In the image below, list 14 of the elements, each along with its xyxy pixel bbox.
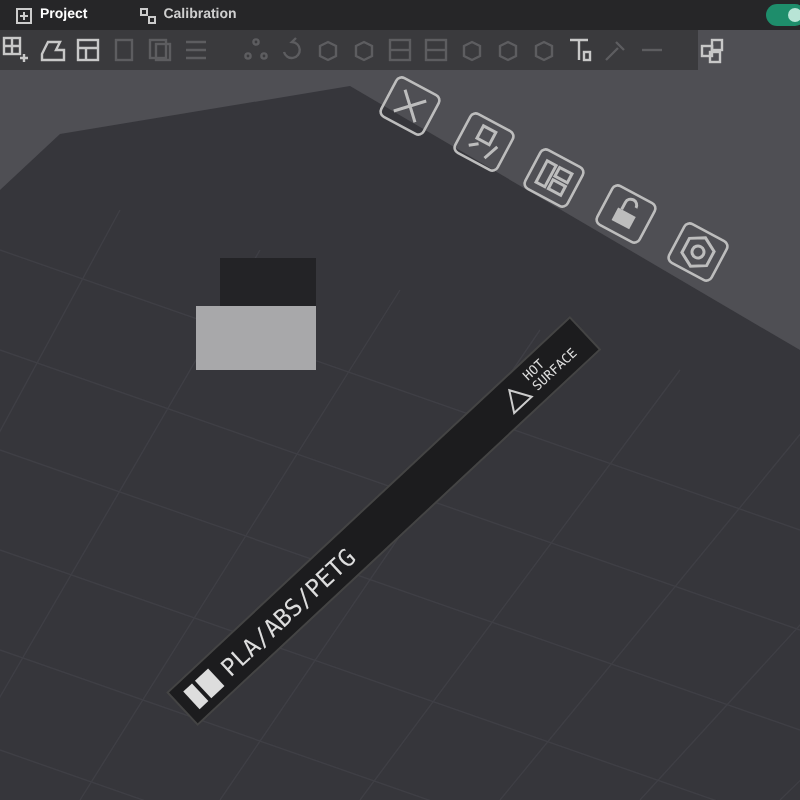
dark-panel xyxy=(220,258,316,306)
light-panel xyxy=(196,306,316,370)
warning-icon xyxy=(508,388,534,415)
toggle-switch[interactable] xyxy=(766,4,800,26)
grid-plus-icon[interactable] xyxy=(2,36,30,64)
layout-icon[interactable] xyxy=(521,146,587,210)
cross-icon[interactable] xyxy=(377,74,443,138)
padlock-icon[interactable] xyxy=(593,182,659,246)
project-icon xyxy=(16,7,32,23)
layout-icon[interactable] xyxy=(74,36,102,64)
cubes-icon[interactable] xyxy=(698,36,726,64)
text-icon[interactable] xyxy=(566,36,594,64)
grid-icon xyxy=(139,7,156,23)
hexagon-nut-icon[interactable] xyxy=(665,220,731,284)
